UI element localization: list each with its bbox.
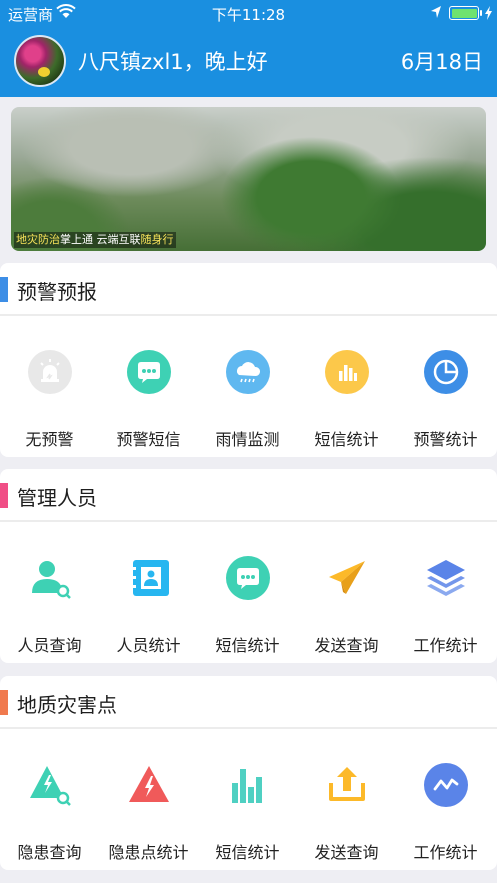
section-card: 管理人员 人员查询 人员统计 短信统计 发送查询 工作统计 [0, 469, 497, 663]
hazard-search-icon [30, 766, 71, 806]
grid-item-label: 人员统计 [116, 636, 181, 655]
location-arrow-icon [431, 6, 441, 18]
chat-bubble-icon [226, 556, 270, 600]
section-title: 管理人员 [17, 486, 97, 510]
section-header: 管理人员 [0, 469, 497, 522]
section-card: 预警预报 无预警 预警短信 雨情监测 短信统计 预警统计 [0, 263, 497, 457]
greeting-text: 八尺镇zxl1，晚上好 [78, 50, 268, 74]
grid-item[interactable]: 工作统计 [396, 729, 495, 870]
grid-item-label: 人员查询 [17, 636, 82, 655]
date-text: 6月18日 [400, 50, 483, 74]
layers-icon [427, 560, 465, 596]
user-avatar[interactable] [14, 35, 66, 87]
grid-item[interactable]: 预警统计 [396, 316, 495, 457]
landscape-banner[interactable]: 地灾防治掌上通 云端互联随身行 [11, 107, 486, 251]
grid-item-label: 预警统计 [413, 430, 478, 449]
section-title: 预警预报 [17, 280, 97, 304]
person-search-icon [32, 561, 71, 599]
grid-item[interactable]: 无预警 [0, 316, 99, 457]
grid-item[interactable]: 发送查询 [297, 522, 396, 663]
hazard-triangle-icon [129, 766, 169, 802]
section-header: 地质灾害点 [0, 676, 497, 729]
bar-chart-icon [232, 769, 262, 803]
charging-bolt-icon [485, 6, 492, 20]
alarm-light-icon [28, 350, 72, 394]
paper-plane-icon [329, 561, 365, 594]
bar-chart-icon [325, 350, 369, 394]
section-accent-bar [0, 483, 8, 508]
grid-item-label: 工作统计 [413, 636, 478, 655]
pie-chart-icon [424, 350, 468, 394]
rain-cloud-icon [226, 350, 270, 394]
grid-item-label: 隐患查询 [17, 843, 82, 862]
section-accent-bar [0, 277, 8, 302]
grid-item[interactable]: 发送查询 [297, 729, 396, 870]
grid-item-label: 雨情监测 [215, 430, 280, 449]
grid-item-label: 短信统计 [215, 636, 280, 655]
section-grid: 人员查询 人员统计 短信统计 发送查询 工作统计 [0, 522, 497, 663]
grid-item-label: 短信统计 [215, 843, 280, 862]
grid-item[interactable]: 人员统计 [99, 522, 198, 663]
battery-icon [449, 6, 479, 20]
grid-item-label: 隐患点统计 [108, 843, 189, 862]
grid-item-label: 无预警 [25, 430, 74, 449]
grid-item[interactable]: 人员查询 [0, 522, 99, 663]
section-card: 地质灾害点 隐患查询 隐患点统计 短信统计 发送查询 工作统计 [0, 676, 497, 870]
section-accent-bar [0, 690, 8, 715]
grid-item-label: 发送查询 [314, 636, 379, 655]
grid-item[interactable]: 预警短信 [99, 316, 198, 457]
section-header: 预警预报 [0, 263, 497, 316]
section-title: 地质灾害点 [17, 693, 117, 717]
grid-item-label: 预警短信 [116, 430, 181, 449]
grid-item-label: 工作统计 [413, 843, 478, 862]
section-grid: 隐患查询 隐患点统计 短信统计 发送查询 工作统计 [0, 729, 497, 870]
upload-icon [329, 767, 365, 801]
banner-caption-part: 随身行 [140, 233, 174, 246]
banner-caption-part: 掌上通 云端互联 [60, 233, 141, 246]
chat-bubble-icon [127, 350, 171, 394]
grid-item[interactable]: 短信统计 [198, 729, 297, 870]
grid-item[interactable]: 隐患点统计 [99, 729, 198, 870]
banner-caption-part: 地灾防治 [16, 233, 60, 246]
contact-book-icon [130, 560, 169, 596]
clock-label: 下午11:28 [211, 6, 286, 24]
section-grid: 无预警 预警短信 雨情监测 短信统计 预警统计 [0, 316, 497, 457]
trend-line-icon [424, 763, 468, 807]
banner-caption: 地灾防治掌上通 云端互联随身行 [14, 232, 176, 248]
grid-item-label: 发送查询 [314, 843, 379, 862]
grid-item[interactable]: 隐患查询 [0, 729, 99, 870]
app-header: 运营商 下午11:28 八尺镇zxl1，晚上好 6月18日 [0, 0, 497, 97]
grid-item[interactable]: 工作统计 [396, 522, 495, 663]
grid-item[interactable]: 短信统计 [198, 522, 297, 663]
grid-item[interactable]: 短信统计 [297, 316, 396, 457]
status-bar: 运营商 下午11:28 [0, 0, 497, 26]
grid-item-label: 短信统计 [314, 430, 379, 449]
grid-item[interactable]: 雨情监测 [198, 316, 297, 457]
